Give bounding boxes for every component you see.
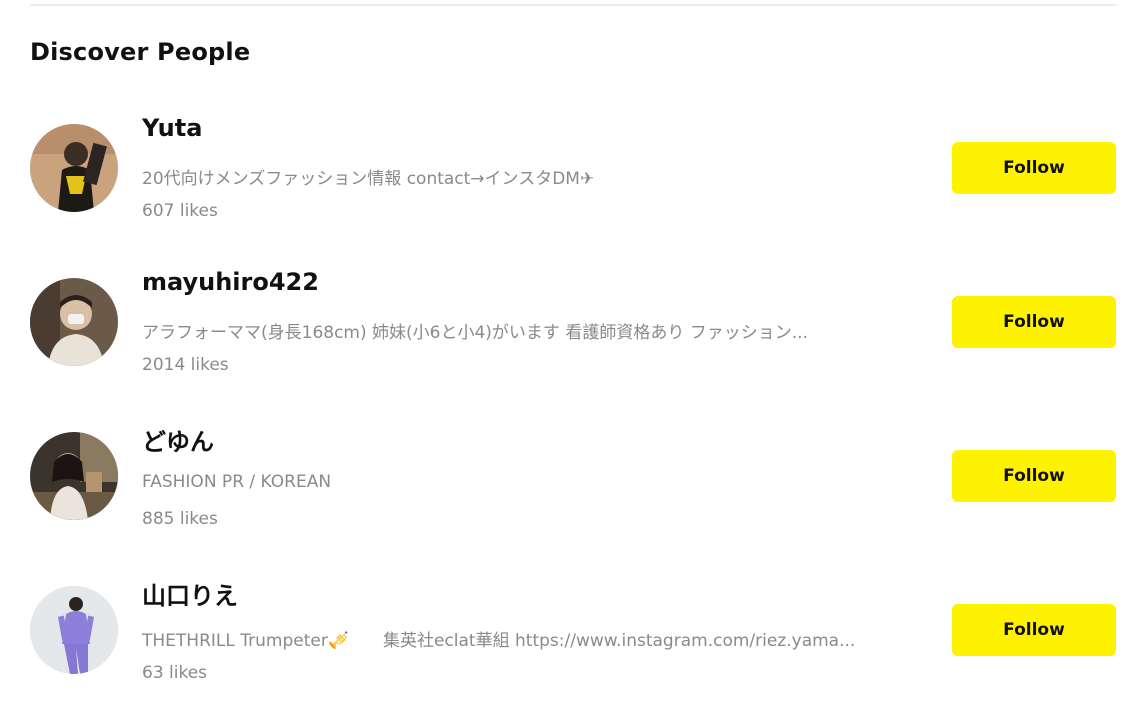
user-likes-count: 885 likes: [142, 509, 218, 529]
user-likes-count: 607 likes: [142, 201, 218, 221]
user-bio: FASHION PR / KOREAN: [142, 472, 332, 492]
avatar-photo-icon: [30, 586, 118, 674]
user-list: Yuta 20代向けメンズファッション情報 contact→インスタDM✈ 60…: [0, 0, 1146, 716]
user-likes-count: 63 likes: [142, 663, 208, 683]
user-name[interactable]: Yuta: [142, 114, 202, 142]
user-name[interactable]: mayuhiro422: [142, 268, 319, 296]
user-name[interactable]: 山口りえ: [142, 576, 238, 611]
user-bio: アラフォーママ(身長168cm) 姉妹(小6と小4)がいます 看護師資格あり フ…: [142, 323, 808, 343]
user-avatar[interactable]: [30, 124, 118, 212]
avatar-photo-icon: [30, 124, 118, 212]
user-avatar[interactable]: [30, 586, 118, 674]
discover-people-page: Discover People Yuta 20代向けメンズファッション情報 co…: [0, 0, 1146, 716]
user-name[interactable]: どゆん: [142, 422, 214, 457]
user-list-item: 山口りえ THETHRILL Trumpeter🎺 集英社eclat華組 htt…: [0, 574, 1146, 684]
user-list-item: mayuhiro422 アラフォーママ(身長168cm) 姉妹(小6と小4)がい…: [0, 266, 1146, 376]
follow-button[interactable]: Follow: [952, 296, 1116, 348]
user-list-item: Yuta 20代向けメンズファッション情報 contact→インスタDM✈ 60…: [0, 112, 1146, 222]
user-bio: 20代向けメンズファッション情報 contact→インスタDM✈: [142, 169, 595, 189]
user-bio: THETHRILL Trumpeter🎺 集英社eclat華組 https://…: [142, 631, 856, 651]
user-avatar[interactable]: [30, 432, 118, 520]
avatar-photo-icon: [30, 432, 118, 520]
user-list-item: どゆん FASHION PR / KOREAN 885 likes Follow: [0, 420, 1146, 530]
follow-button[interactable]: Follow: [952, 604, 1116, 656]
user-likes-count: 2014 likes: [142, 355, 229, 375]
user-avatar[interactable]: [30, 278, 118, 366]
avatar-photo-icon: [30, 278, 118, 366]
follow-button[interactable]: Follow: [952, 142, 1116, 194]
follow-button[interactable]: Follow: [952, 450, 1116, 502]
